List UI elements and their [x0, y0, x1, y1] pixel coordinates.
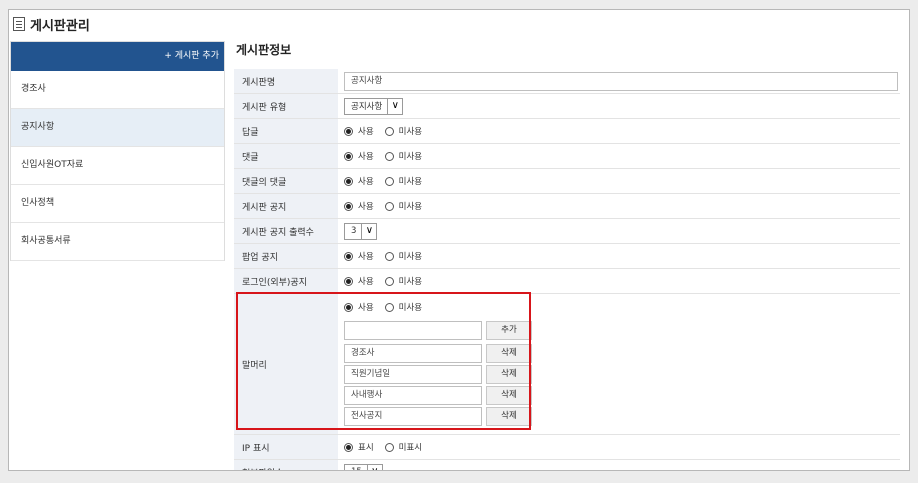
prefix-delete-button[interactable]: 삭제	[486, 344, 532, 363]
board-type-label: 게시판 유형	[234, 93, 338, 119]
add-board-button[interactable]: + 게시판 추가	[11, 42, 224, 71]
ip-on-label: 표시	[358, 443, 374, 453]
comment-reply-on-radio[interactable]	[344, 176, 353, 186]
popup-on-radio[interactable]	[344, 251, 353, 261]
popup-off-radio[interactable]	[384, 251, 394, 261]
board-info-form: 게시판명 공지사항 게시판 유형 공지사항 ∨ 답글 사용 미사용 댓글 사용 …	[234, 68, 900, 470]
form-row-comment: 댓글 사용 미사용	[234, 143, 900, 169]
popup-off-label: 미사용	[398, 252, 423, 262]
sidebar-item-condolence[interactable]: 경조사	[11, 71, 224, 109]
form-row-notice: 게시판 공지 사용 미사용	[234, 193, 900, 219]
prefix-item-input[interactable]: 사내행사	[344, 386, 482, 405]
board-list-sidebar: + 게시판 추가 경조사 공지사항 신입사원OT자료 인사정책 회사공통서류	[10, 41, 225, 261]
popup-label: 팝업 공지	[234, 243, 338, 269]
form-row-name: 게시판명 공지사항	[234, 68, 900, 94]
ip-on-radio[interactable]	[344, 442, 353, 452]
comment-reply-off-radio[interactable]	[384, 176, 394, 186]
prefix-delete-button[interactable]: 삭제	[486, 386, 532, 405]
login-notice-off-radio[interactable]	[384, 276, 394, 286]
board-type-value: 공지사항	[351, 102, 383, 112]
attach-count-label: 첨부파일수	[234, 459, 338, 470]
comment-reply-on-label: 사용	[358, 177, 374, 187]
popup-on-label: 사용	[358, 252, 374, 262]
prefix-off-radio[interactable]	[384, 302, 394, 312]
login-notice-off-label: 미사용	[398, 277, 423, 287]
prefix-item-input[interactable]: 경조사	[344, 344, 482, 363]
prefix-delete-button[interactable]: 삭제	[486, 407, 532, 426]
form-row-ip: IP 표시 표시 미표시	[234, 434, 900, 460]
section-title: 게시판정보	[236, 43, 292, 57]
page-title: 게시판관리	[30, 18, 90, 34]
sidebar-item-common-docs[interactable]: 회사공통서류	[11, 223, 224, 261]
prefix-item-input[interactable]: 전사공지	[344, 407, 482, 426]
attach-count-value: 15	[345, 467, 367, 470]
chevron-down-icon: ∨	[366, 464, 382, 470]
comment-on-radio[interactable]	[344, 151, 353, 161]
notice-on-radio[interactable]	[344, 201, 353, 211]
notice-off-radio[interactable]	[384, 201, 394, 211]
attach-count-select[interactable]: 15 ∨	[344, 463, 383, 470]
form-row-type: 게시판 유형 공지사항 ∨	[234, 93, 900, 119]
page-header: 게시판관리	[9, 10, 909, 38]
chevron-down-icon: ∨	[387, 98, 402, 114]
sidebar-item-hr-policy[interactable]: 인사정책	[11, 185, 224, 223]
prefix-new-input[interactable]	[344, 321, 482, 340]
login-notice-on-label: 사용	[358, 277, 374, 287]
document-icon	[13, 17, 25, 31]
notice-count-value: 3	[351, 226, 357, 236]
prefix-on-label: 사용	[358, 303, 374, 313]
form-row-popup: 팝업 공지 사용 미사용	[234, 243, 900, 269]
board-info-section: 게시판정보 게시판명 공지사항 게시판 유형 공지사항 ∨ 답글 사용 미사용 …	[234, 39, 900, 470]
sidebar-item-notice[interactable]: 공지사항	[11, 109, 224, 147]
notice-label: 게시판 공지	[234, 193, 338, 219]
comment-on-label: 사용	[358, 152, 374, 162]
login-notice-on-radio[interactable]	[344, 276, 353, 286]
board-name-input[interactable]: 공지사항	[344, 71, 898, 91]
prefix-on-radio[interactable]	[344, 302, 353, 312]
reply-off-radio[interactable]	[384, 126, 394, 136]
reply-off-label: 미사용	[398, 127, 423, 137]
comment-label: 댓글	[234, 143, 338, 169]
comment-off-radio[interactable]	[384, 151, 394, 161]
reply-on-label: 사용	[358, 127, 374, 137]
prefix-add-button[interactable]: 추가	[486, 321, 532, 340]
form-row-notice-count: 게시판 공지 출력수 3 ∨	[234, 218, 900, 244]
ip-off-label: 미표시	[398, 443, 423, 453]
form-row-login-notice: 로그인(외부)공지 사용 미사용	[234, 268, 900, 294]
comment-reply-label: 댓글의 댓글	[234, 168, 338, 194]
comment-off-label: 미사용	[398, 152, 423, 162]
sidebar-item-newhire-ot[interactable]: 신입사원OT자료	[11, 147, 224, 185]
form-row-comment-reply: 댓글의 댓글 사용 미사용	[234, 168, 900, 194]
ip-off-radio[interactable]	[384, 442, 394, 452]
board-management-panel: 게시판관리 + 게시판 추가 경조사 공지사항 신입사원OT자료 인사정책 회사…	[8, 9, 910, 471]
prefix-off-label: 미사용	[398, 303, 423, 313]
login-notice-label: 로그인(외부)공지	[234, 268, 338, 294]
form-row-reply: 답글 사용 미사용	[234, 118, 900, 144]
board-type-select[interactable]: 공지사항 ∨	[344, 97, 404, 115]
form-row-prefix: 말머리 사용 미사용 추가 경조사 삭제 직원기념일 삭제 사내행사 삭제 전사…	[234, 293, 900, 435]
notice-off-label: 미사용	[398, 202, 423, 212]
board-name-label: 게시판명	[234, 68, 338, 94]
chevron-down-icon: ∨	[361, 223, 376, 239]
notice-count-select[interactable]: 3 ∨	[344, 222, 378, 240]
form-row-attach: 첨부파일수 15 ∨	[234, 459, 900, 470]
reply-on-radio[interactable]	[344, 126, 353, 136]
notice-count-label: 게시판 공지 출력수	[234, 218, 338, 244]
ip-label: IP 표시	[234, 434, 338, 460]
notice-on-label: 사용	[358, 202, 374, 212]
prefix-label: 말머리	[234, 293, 338, 435]
reply-label: 답글	[234, 118, 338, 144]
comment-reply-off-label: 미사용	[398, 177, 423, 187]
prefix-item-input[interactable]: 직원기념일	[344, 365, 482, 384]
prefix-delete-button[interactable]: 삭제	[486, 365, 532, 384]
